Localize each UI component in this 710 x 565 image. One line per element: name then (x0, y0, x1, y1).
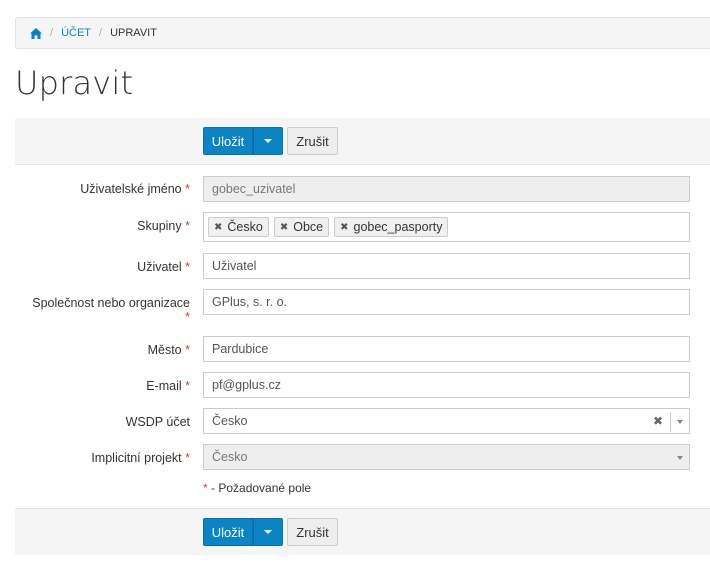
groups-label: Skupiny * (137, 219, 190, 233)
caret-down-icon (264, 530, 272, 534)
breadcrumb-current: UPRAVIT (110, 27, 157, 39)
caret-down-icon (264, 139, 272, 143)
home-icon[interactable] (30, 27, 42, 39)
project-select: Česko (203, 444, 690, 470)
save-button[interactable]: Uložit (203, 127, 253, 155)
breadcrumb-separator: / (99, 27, 103, 39)
project-selected-value: Česko (212, 450, 248, 464)
city-label: Město * (147, 343, 190, 357)
chevron-down-icon (677, 456, 683, 460)
breadcrumb-separator: / (50, 27, 54, 39)
remove-icon[interactable]: ✖ (340, 222, 348, 233)
group-tag: ✖ Obce (273, 217, 330, 237)
required-note: * - Požadované pole (203, 481, 312, 495)
cancel-button[interactable]: Zrušit (287, 518, 338, 546)
breadcrumb: / ÚČET / UPRAVIT (15, 17, 710, 49)
user-label: Uživatel * (137, 260, 190, 274)
groups-multiselect[interactable]: ✖ Česko ✖ Obce ✖ gobec_pasporty (203, 212, 690, 242)
username-label: Uživatelské jméno * (80, 182, 190, 196)
remove-icon[interactable]: ✖ (280, 222, 288, 233)
project-label: Implicitní projekt * (91, 451, 190, 465)
email-input[interactable]: pf@gplus.cz (203, 372, 690, 398)
username-field: gobec_uzivatel (203, 176, 690, 202)
group-tag: ✖ Česko (208, 217, 269, 237)
save-options-button[interactable] (253, 518, 283, 546)
remove-icon[interactable]: ✖ (214, 222, 222, 233)
breadcrumb-account-link[interactable]: ÚČET (61, 27, 91, 39)
cancel-button[interactable]: Zrušit (287, 127, 338, 155)
save-button[interactable]: Uložit (203, 518, 253, 546)
page-title: Upravit (15, 64, 134, 102)
email-label: E-mail * (146, 379, 190, 393)
save-button-group: Uložit (203, 127, 283, 155)
save-options-button[interactable] (253, 127, 283, 155)
clear-icon[interactable]: ✖ (653, 414, 663, 428)
select-divider (670, 412, 671, 432)
wsdp-selected-value: Česko (212, 414, 248, 428)
top-action-bar: Uložit Zrušit (15, 118, 710, 165)
chevron-down-icon[interactable] (677, 420, 683, 424)
wsdp-select[interactable]: Česko ✖ (203, 408, 690, 434)
user-input[interactable]: Uživatel (203, 253, 690, 279)
company-label: Společnost nebo organizace * (32, 296, 190, 324)
company-input[interactable]: GPlus, s. r. o. (203, 289, 690, 315)
group-tag: ✖ gobec_pasporty (334, 217, 449, 237)
save-button-group: Uložit (203, 518, 283, 546)
city-input[interactable]: Pardubice (203, 336, 690, 362)
wsdp-label: WSDP účet (125, 415, 190, 429)
bottom-action-bar: Uložit Zrušit (15, 508, 710, 555)
